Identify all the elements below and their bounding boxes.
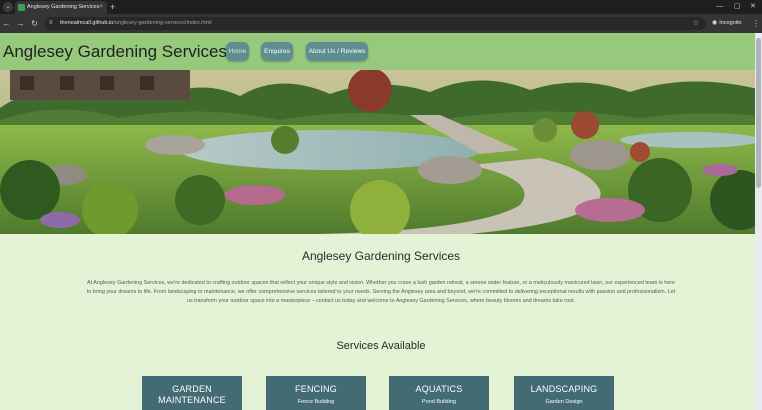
nav-about-reviews[interactable]: About Us / Reviews (306, 42, 368, 61)
tab-close-icon[interactable]: × (99, 1, 103, 14)
main-heading: Anglesey Gardening Services (301, 249, 461, 263)
service-subtitle: Fence Building (297, 398, 335, 405)
nav-home[interactable]: Home (226, 42, 249, 61)
service-subtitle: Garden Design (545, 398, 583, 405)
intro-paragraph: At Anglesey Gardening Services, we're de… (86, 280, 676, 305)
bookmark-star-icon[interactable]: ☆ (693, 17, 699, 30)
service-card-aquatics[interactable]: AQUATICS Pond Building (389, 376, 489, 410)
services-heading: Services Available (336, 340, 426, 352)
browser-toolbar: ← → ↻ ≡ thenealmcall.github.io/anglesey-… (0, 14, 762, 33)
service-title: GARDEN MAINTENANCE (158, 384, 226, 405)
service-card-garden-maintenance[interactable]: GARDEN MAINTENANCE (142, 376, 242, 410)
hero-illustration (0, 70, 762, 234)
new-tab-button[interactable]: + (110, 0, 115, 14)
site-info-icon[interactable]: ≡ (49, 17, 53, 30)
close-window-icon[interactable]: ✕ (750, 0, 756, 14)
tab-search-icon[interactable]: ⌄ (3, 2, 13, 12)
service-title: FENCING (295, 384, 337, 394)
page-viewport: Anglesey Gardening Services Home Enquire… (0, 33, 762, 410)
tab-title: Anglesey Gardening Services (27, 4, 100, 10)
browser-menu-icon[interactable]: ⋮ (752, 14, 760, 33)
favicon-icon (18, 4, 25, 11)
incognito-badge[interactable]: ◉ Incognito (712, 14, 742, 33)
service-title: LANDSCAPING (530, 384, 598, 394)
incognito-label: Incognito (719, 20, 742, 26)
scrollbar-thumb[interactable] (756, 38, 761, 188)
browser-tab[interactable]: Anglesey Gardening Services × (15, 1, 107, 14)
url-path: /anglesey-gardening-services/index.html (113, 20, 212, 26)
back-icon[interactable]: ← (1, 14, 12, 33)
address-bar[interactable]: ≡ thenealmcall.github.io/anglesey-garden… (45, 17, 706, 30)
url-text[interactable]: thenealmcall.github.io/anglesey-gardenin… (60, 17, 212, 30)
hero-garden-image (0, 70, 762, 234)
site-header: Anglesey Gardening Services Home Enquire… (0, 33, 762, 70)
minimize-icon[interactable]: — (716, 0, 723, 14)
page-scrollbar[interactable] (755, 33, 762, 410)
service-subtitle: Pond Building (422, 398, 456, 405)
incognito-icon: ◉ (712, 20, 718, 26)
service-card-landscaping[interactable]: LANDSCAPING Garden Design (514, 376, 614, 410)
browser-tabstrip: ⌄ Anglesey Gardening Services × + — ▢ ✕ (0, 0, 762, 14)
maximize-icon[interactable]: ▢ (734, 0, 741, 14)
service-title: AQUATICS (415, 384, 463, 394)
forward-icon[interactable]: → (15, 14, 26, 33)
url-host: thenealmcall.github.io (60, 20, 114, 26)
site-title: Anglesey Gardening Services (3, 42, 227, 61)
nav-enquires[interactable]: Enquires (261, 42, 293, 61)
service-card-fencing[interactable]: FENCING Fence Building (266, 376, 366, 410)
reload-icon[interactable]: ↻ (29, 14, 40, 33)
